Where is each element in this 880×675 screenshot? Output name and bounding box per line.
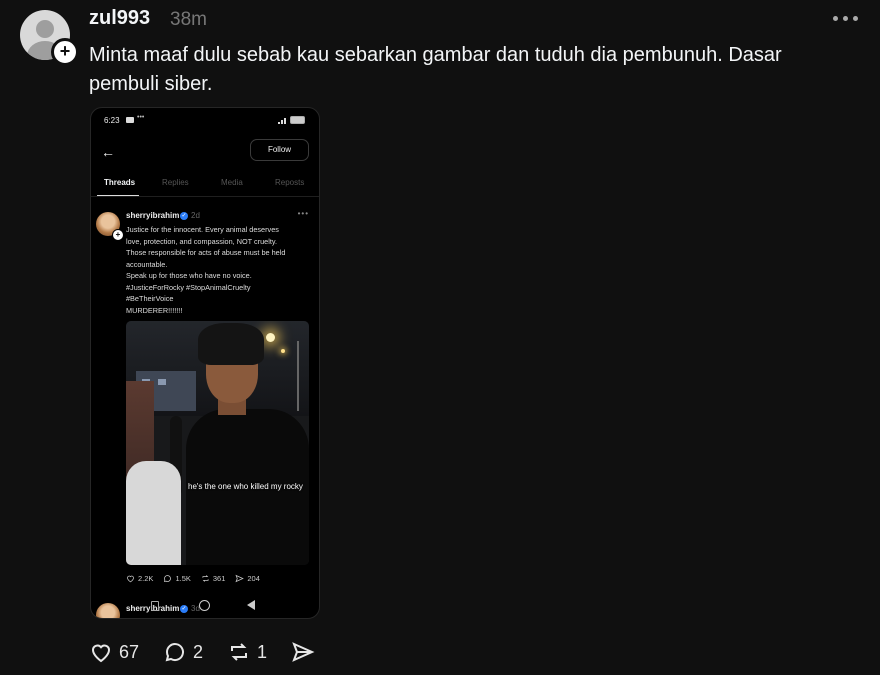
comment-icon <box>165 643 185 662</box>
notification-dots: ••• <box>137 114 145 121</box>
inner-text-line: Speak up for those who have no voice. <box>126 271 252 280</box>
status-icons <box>278 116 305 124</box>
inner-text-line: Those responsible for acts of abuse must… <box>126 248 286 257</box>
inner-like-count: 2.2K <box>138 574 154 583</box>
verified-icon: ✓ <box>180 605 188 613</box>
inner-plus-icon: + <box>112 229 124 241</box>
battery-icon <box>290 116 305 124</box>
photo-lamp-post <box>297 341 299 411</box>
more-options-icon[interactable] <box>833 16 858 21</box>
avatar-head-shape <box>36 20 54 38</box>
tab-media: Media <box>221 178 243 187</box>
send-icon <box>235 574 245 583</box>
nav-back-icon <box>247 600 255 610</box>
tab-replies: Replies <box>162 178 189 187</box>
inner-text-line: #BeTheirVoice <box>126 294 174 303</box>
inner-reply-count: 1.5K <box>175 574 191 583</box>
inner-text-line: accountable. <box>126 259 168 269</box>
photo-bystander-shirt <box>126 461 181 565</box>
inner-text-line: MURDERER!!!!!!! <box>126 305 183 315</box>
embedded-screenshot[interactable]: 6:23 ••• ← Follow Threads Replies Media … <box>90 107 320 619</box>
inner-share: 204 <box>235 574 260 583</box>
post-action-bar: 67 2 1 <box>89 640 315 664</box>
inner-like: 2.2K <box>126 574 153 583</box>
photo-man-hair <box>198 323 264 365</box>
inner-text-line: love, protection, and compassion, NOT cr… <box>126 236 278 246</box>
youtube-icon <box>126 117 134 123</box>
tab-threads: Threads <box>104 178 136 187</box>
heart-icon <box>127 575 134 583</box>
repost-count: 1 <box>257 641 268 662</box>
post-time: 38m <box>170 9 207 30</box>
inner-photo: he's the one who killed my rocky <box>126 321 309 565</box>
inner-share-count: 204 <box>247 574 260 583</box>
inner-text-line: Justice for the innocent. Every animal d… <box>126 225 279 234</box>
reply-button[interactable]: 2 <box>163 640 203 664</box>
photo-caption: he's the one who killed my rocky <box>188 482 303 491</box>
inner-repost: 361 <box>201 574 226 583</box>
like-button[interactable]: 67 <box>89 640 139 664</box>
reply-count: 2 <box>193 641 204 662</box>
send-icon <box>292 642 315 662</box>
inner-post-text: Justice for the innocent. Every animal d… <box>126 224 314 316</box>
caption-line: pembuli siber. <box>89 73 213 95</box>
inner-action-bar: 2.2K 1.5K 361 204 <box>126 574 260 583</box>
next-post-preview: sherryibrahim ✓ 3d <box>91 594 319 618</box>
heart-icon <box>91 644 111 663</box>
photo-street-light <box>266 333 275 342</box>
follow-plus-icon[interactable]: + <box>51 38 79 66</box>
share-button[interactable] <box>291 640 315 664</box>
like-count: 67 <box>119 641 140 662</box>
repost-icon <box>202 575 209 582</box>
inner-reply: 1.5K <box>163 574 191 583</box>
inner-time: 2d <box>191 211 200 220</box>
post-caption: Minta maaf dulu sebab kau sebarkan gamba… <box>89 41 849 99</box>
signal-icon <box>278 117 287 124</box>
post-username[interactable]: zul993 <box>89 7 150 30</box>
nav-recents-icon <box>151 601 159 611</box>
inner-username: sherryibrahim <box>126 211 180 220</box>
repost-button[interactable]: 1 <box>227 640 267 664</box>
tab-reposts: Reposts <box>275 178 305 187</box>
inner-repost-count: 361 <box>212 574 226 583</box>
tab-divider <box>91 196 319 197</box>
comment-icon <box>164 575 172 583</box>
caption-line: Minta maaf dulu sebab kau sebarkan gamba… <box>89 44 782 66</box>
verified-icon: ✓ <box>180 212 188 220</box>
follow-button: Follow <box>250 139 309 161</box>
inner-text-line: #JusticeForRocky #StopAnimalCruelty <box>126 282 251 292</box>
photo-street-light <box>281 349 285 353</box>
repost-icon <box>231 643 248 661</box>
next-avatar <box>96 603 120 618</box>
inner-more-icon: ••• <box>297 209 309 218</box>
phone-clock: 6:23 <box>104 116 120 125</box>
nav-home-icon <box>199 600 210 611</box>
back-arrow-icon: ← <box>101 144 115 160</box>
